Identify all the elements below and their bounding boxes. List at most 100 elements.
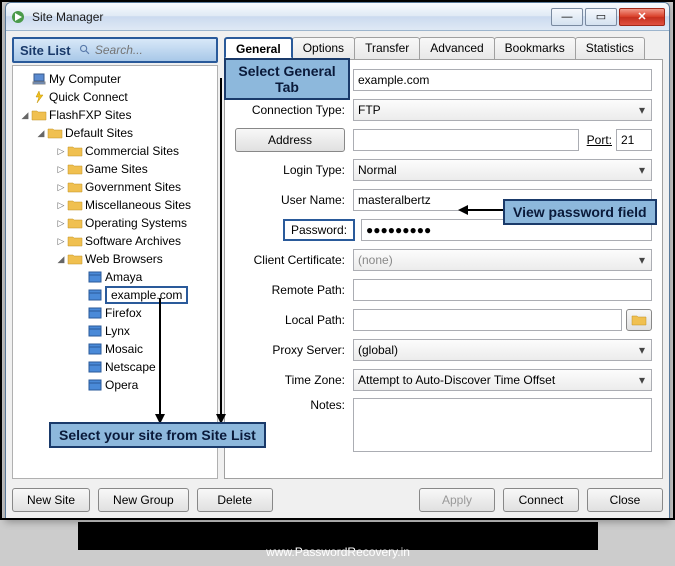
site-icon bbox=[87, 288, 103, 302]
site-icon bbox=[87, 306, 103, 320]
tree-node-label: FlashFXP Sites bbox=[49, 108, 131, 122]
tree-node-label: Netscape bbox=[105, 360, 156, 374]
search-box[interactable] bbox=[79, 43, 210, 57]
tree-node-netscape[interactable]: Netscape bbox=[15, 358, 215, 376]
folder-icon bbox=[67, 252, 83, 266]
tree-node-label: Lynx bbox=[105, 324, 130, 338]
tab-bar: GeneralOptionsTransferAdvancedBookmarksS… bbox=[224, 37, 663, 59]
tree-node-label: Firefox bbox=[105, 306, 142, 320]
remote-path-input[interactable] bbox=[353, 279, 652, 301]
address-input[interactable] bbox=[353, 129, 579, 151]
expander-icon[interactable]: ▷ bbox=[55, 146, 67, 157]
computer-icon bbox=[31, 72, 47, 86]
login-type-label: Login Type: bbox=[235, 163, 353, 177]
tree-node-label: My Computer bbox=[49, 72, 121, 86]
login-type-select[interactable]: Normal bbox=[353, 159, 652, 181]
tree-node-lynx[interactable]: Lynx bbox=[15, 322, 215, 340]
timezone-label: Time Zone: bbox=[235, 373, 353, 387]
expander-icon[interactable]: ▷ bbox=[55, 182, 67, 193]
tab-bookmarks[interactable]: Bookmarks bbox=[494, 37, 576, 59]
apply-button[interactable]: Apply bbox=[419, 488, 495, 512]
site-name-input[interactable] bbox=[353, 69, 652, 91]
site-tree[interactable]: My ComputerQuick Connect◢FlashFXP Sites◢… bbox=[12, 65, 218, 479]
user-name-label: User Name: bbox=[235, 193, 353, 207]
tree-node-flashfxp-sites[interactable]: ◢ FlashFXP Sites bbox=[15, 106, 215, 124]
tree-node-opera[interactable]: Opera bbox=[15, 376, 215, 394]
tab-options[interactable]: Options bbox=[292, 37, 355, 59]
tab-statistics[interactable]: Statistics bbox=[575, 37, 645, 59]
titlebar: Site Manager — ▭ ✕ bbox=[6, 3, 669, 31]
expander-icon[interactable]: ◢ bbox=[35, 128, 47, 139]
folder-icon bbox=[67, 234, 83, 248]
tree-node-label: Opera bbox=[105, 378, 138, 392]
expander-icon[interactable]: ◢ bbox=[19, 110, 31, 121]
expander-icon[interactable]: ▷ bbox=[55, 218, 67, 229]
tab-advanced[interactable]: Advanced bbox=[419, 37, 494, 59]
tab-transfer[interactable]: Transfer bbox=[354, 37, 420, 59]
site-icon bbox=[87, 360, 103, 374]
tree-node-label: Software Archives bbox=[85, 234, 181, 248]
tree-node-commercial-sites[interactable]: ▷ Commercial Sites bbox=[15, 142, 215, 160]
folder-icon bbox=[67, 216, 83, 230]
new-site-button[interactable]: New Site bbox=[12, 488, 90, 512]
site-list-label: Site List bbox=[20, 43, 71, 58]
connect-button[interactable]: Connect bbox=[503, 488, 579, 512]
site-icon bbox=[87, 324, 103, 338]
tree-node-label: Web Browsers bbox=[85, 252, 163, 266]
tree-node-operating-systems[interactable]: ▷Operating Systems bbox=[15, 214, 215, 232]
proxy-select[interactable]: (global) bbox=[353, 339, 652, 361]
delete-button[interactable]: Delete bbox=[197, 488, 273, 512]
arrow-site-2 bbox=[213, 78, 229, 424]
expander-icon[interactable]: ▷ bbox=[55, 236, 67, 247]
tree-node-web-browsers[interactable]: ◢ Web Browsers bbox=[15, 250, 215, 268]
new-group-button[interactable]: New Group bbox=[98, 488, 189, 512]
proxy-label: Proxy Server: bbox=[235, 343, 353, 357]
expander-icon[interactable]: ◢ bbox=[55, 254, 67, 265]
tree-node-quick-connect[interactable]: Quick Connect bbox=[15, 88, 215, 106]
folder-icon bbox=[31, 108, 47, 122]
tree-node-amaya[interactable]: Amaya bbox=[15, 268, 215, 286]
tree-node-label: Game Sites bbox=[85, 162, 148, 176]
tree-node-default-sites[interactable]: ◢Default Sites bbox=[15, 124, 215, 142]
left-panel: Site List My ComputerQuick Connect◢Flash… bbox=[12, 37, 218, 479]
tree-node-label: Mosaic bbox=[105, 342, 143, 356]
browse-local-path-button[interactable] bbox=[626, 309, 652, 331]
expander-icon[interactable]: ▷ bbox=[55, 164, 67, 175]
folder-icon bbox=[631, 314, 647, 326]
folder-icon bbox=[47, 126, 63, 140]
tree-node-label: Amaya bbox=[105, 270, 142, 284]
tab-general[interactable]: General bbox=[224, 37, 293, 59]
tree-node-example-com[interactable]: example.com bbox=[15, 286, 215, 304]
search-input[interactable] bbox=[95, 43, 210, 57]
expander-icon[interactable]: ▷ bbox=[55, 200, 67, 211]
close-button[interactable]: Close bbox=[587, 488, 663, 512]
tree-node-miscellaneous-sites[interactable]: ▷Miscellaneous Sites bbox=[15, 196, 215, 214]
notes-textarea[interactable] bbox=[353, 398, 652, 452]
tree-node-government-sites[interactable]: ▷Government Sites bbox=[15, 178, 215, 196]
minimize-button[interactable]: — bbox=[551, 8, 583, 26]
arrow-site-1 bbox=[152, 298, 168, 424]
address-button[interactable]: Address bbox=[235, 128, 345, 152]
local-path-input[interactable] bbox=[353, 309, 622, 331]
notes-label: Notes: bbox=[235, 398, 353, 412]
right-panel: GeneralOptionsTransferAdvancedBookmarksS… bbox=[224, 37, 663, 479]
connection-type-label: Connection Type: bbox=[235, 103, 353, 117]
tree-node-software-archives[interactable]: ▷ Software Archives bbox=[15, 232, 215, 250]
footer-banner: www.PasswordRecovery.in bbox=[78, 522, 598, 550]
client-cert-select[interactable]: (none) bbox=[353, 249, 652, 271]
maximize-button[interactable]: ▭ bbox=[585, 8, 617, 26]
quick-icon bbox=[31, 90, 47, 104]
tree-node-my-computer[interactable]: My Computer bbox=[15, 70, 215, 88]
connection-type-select[interactable]: FTP bbox=[353, 99, 652, 121]
port-input[interactable] bbox=[616, 129, 652, 151]
tree-node-label: example.com bbox=[105, 286, 188, 304]
local-path-label: Local Path: bbox=[235, 313, 353, 327]
remote-path-label: Remote Path: bbox=[235, 283, 353, 297]
timezone-select[interactable]: Attempt to Auto-Discover Time Offset bbox=[353, 369, 652, 391]
tree-node-firefox[interactable]: Firefox bbox=[15, 304, 215, 322]
tree-node-mosaic[interactable]: Mosaic bbox=[15, 340, 215, 358]
annotation-select-general: Select General Tab bbox=[224, 58, 350, 100]
close-window-button[interactable]: ✕ bbox=[619, 8, 665, 26]
tree-node-label: Commercial Sites bbox=[85, 144, 179, 158]
tree-node-game-sites[interactable]: ▷ Game Sites bbox=[15, 160, 215, 178]
